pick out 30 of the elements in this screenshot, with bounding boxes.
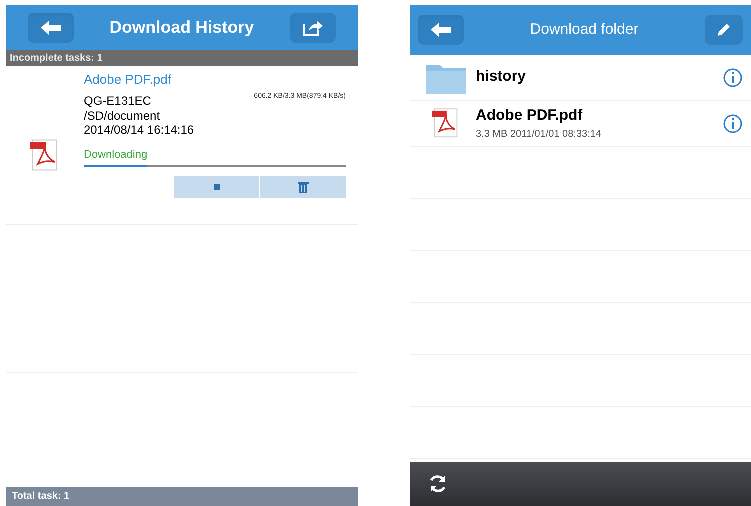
screen-title: Download History — [110, 16, 254, 39]
download-status: Downloading — [84, 148, 149, 162]
file-path: /SD/document — [84, 110, 162, 122]
file-name: Adobe PDF.pdf — [476, 106, 584, 126]
info-icon[interactable] — [723, 68, 743, 88]
pencil-icon — [716, 22, 732, 38]
footer-bar: Total task: 1 — [6, 487, 358, 506]
file-list-row[interactable]: Adobe PDF.pdf 3.3 MB 2011/01/01 08:33:14 — [410, 101, 751, 147]
task-date: 2014/08/14 16:14:16 — [84, 122, 196, 136]
back-arrow-icon — [430, 22, 452, 38]
refresh-icon[interactable] — [428, 474, 448, 494]
trash-icon — [298, 181, 308, 193]
back-button[interactable] — [418, 15, 464, 45]
share-button[interactable] — [290, 12, 336, 42]
stop-icon — [214, 184, 220, 190]
file-name: history — [476, 67, 528, 88]
device-name: QG-E131EC — [84, 92, 152, 110]
pdf-file-icon — [432, 107, 460, 140]
edit-button[interactable] — [705, 15, 743, 45]
section-bar: Incomplete tasks: 1 — [6, 50, 358, 66]
info-icon[interactable] — [723, 114, 743, 134]
pdf-file-icon — [30, 138, 60, 172]
back-arrow-icon — [40, 20, 62, 36]
screen-title: Download folder — [530, 20, 639, 40]
file-list-row[interactable]: history — [410, 55, 751, 101]
delete-button[interactable] — [260, 176, 346, 198]
file-name[interactable]: Adobe PDF.pdf — [84, 70, 346, 90]
share-icon — [302, 18, 324, 36]
back-button[interactable] — [28, 12, 74, 42]
file-details: 3.3 MB 2011/01/01 08:33:14 — [476, 128, 602, 142]
